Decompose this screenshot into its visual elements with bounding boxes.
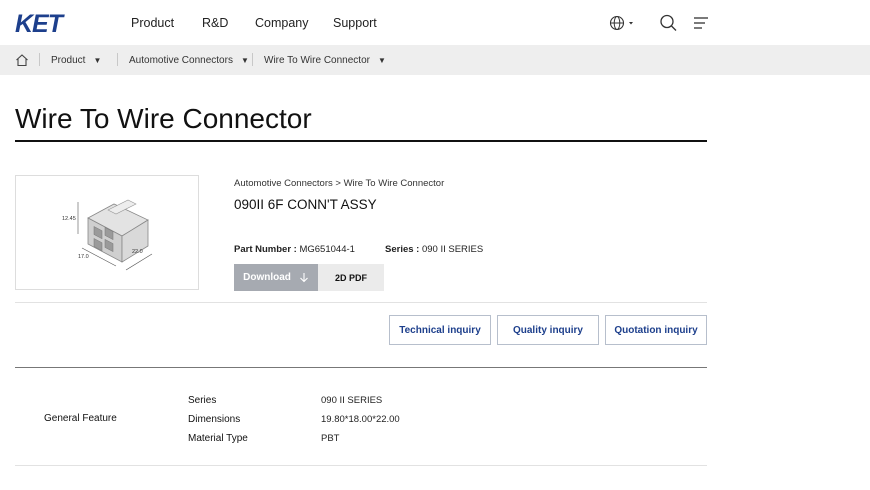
breadcrumb-wire-to-wire[interactable]: Wire To Wire Connector ▼ [264,55,386,66]
connector-drawing: 12.45 17.0 22.0 [62,199,153,271]
caret-down-icon: ▼ [240,56,249,65]
arrow-down-icon [300,273,308,283]
breadcrumb-automotive-connectors[interactable]: Automotive Connectors ▼ [129,55,249,66]
technical-inquiry-button[interactable]: Technical inquiry [389,315,491,345]
spec-label-material-type: Material Type [188,433,248,444]
svg-text:12.45: 12.45 [62,216,76,222]
product-series: Series : 090 II SERIES [385,244,484,255]
spec-value-series: 090 II SERIES [321,395,383,406]
svg-text:22.0: 22.0 [132,249,143,255]
quality-inquiry-button[interactable]: Quality inquiry [497,315,599,345]
spec-value-dimensions: 19.80*18.00*22.00 [321,414,400,425]
caret-down-icon: ▼ [377,56,386,65]
product-name: 090II 6F CONN'T ASSY [234,197,377,212]
spec-table-bottom-border [15,465,707,466]
spec-label-dimensions: Dimensions [188,414,241,425]
breadcrumb-divider [252,53,253,66]
search-icon[interactable] [659,13,679,33]
nav-product[interactable]: Product [131,16,174,30]
product-image: 12.45 17.0 22.0 [15,175,199,290]
spec-value-material-type: PBT [321,433,340,444]
breadcrumb-divider [39,53,40,66]
nav-support[interactable]: Support [333,16,377,30]
page-title: Wire To Wire Connector [15,103,312,134]
breadcrumb-product[interactable]: Product ▼ [51,55,101,66]
caret-down-icon: ▼ [93,56,102,65]
language-selector[interactable] [608,13,638,33]
general-feature-heading: General Feature [44,413,117,424]
home-icon[interactable] [15,53,29,67]
nav-company[interactable]: Company [255,16,309,30]
breadcrumb-divider [117,53,118,66]
part-number: Part Number : MG651044-1 [234,244,355,255]
ket-logo[interactable]: KET [15,10,63,39]
nav-rnd[interactable]: R&D [202,16,228,30]
spec-label-series: Series [188,395,217,406]
download-button[interactable]: Download [234,264,318,291]
section-divider [15,302,707,303]
svg-text:17.0: 17.0 [78,254,89,260]
quotation-inquiry-button[interactable]: Quotation inquiry [605,315,707,345]
title-divider [15,140,707,142]
menu-icon[interactable] [692,13,712,33]
2d-pdf-button[interactable]: 2D PDF [318,264,384,291]
globe-icon [609,15,633,31]
product-category-path: Automotive Connectors > Wire To Wire Con… [234,178,445,189]
spec-table-top-border [15,367,707,368]
